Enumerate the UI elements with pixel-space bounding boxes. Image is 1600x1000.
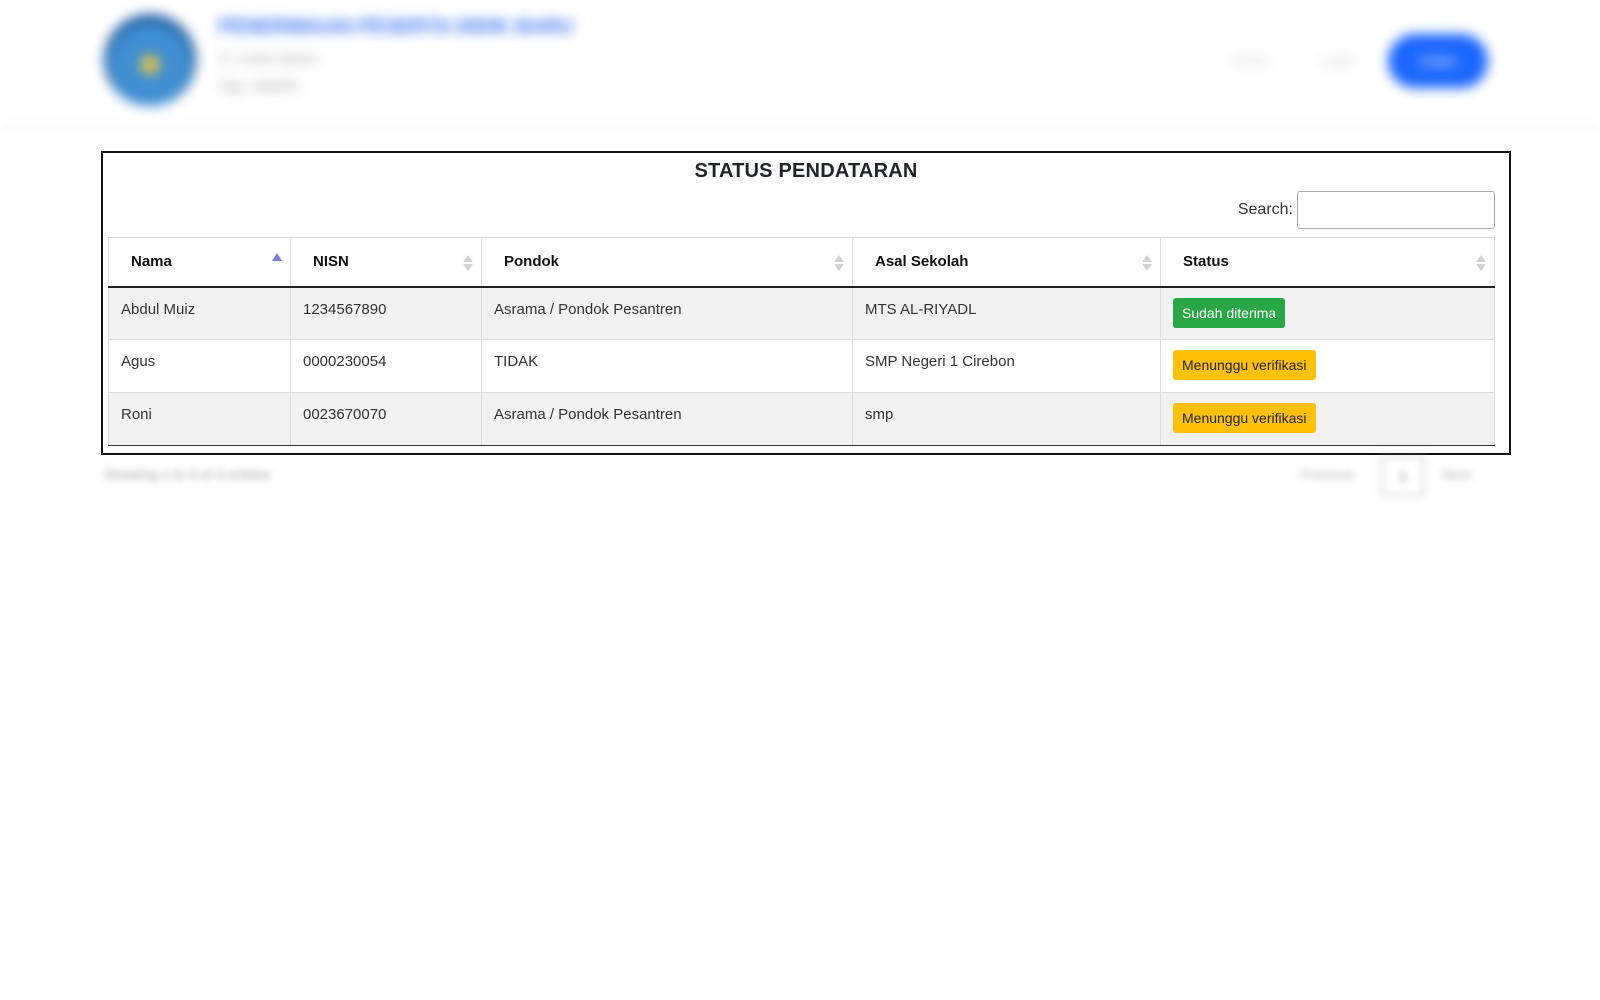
page-title: STATUS PENDATARAN	[694, 160, 918, 182]
site-subtitle: Jl. Lorem Ipsum	[218, 50, 318, 66]
cell-nama: Abdul Muiz	[108, 286, 291, 340]
table-row: Agus 0000230054 TIDAK SMP Negeri 1 Cireb…	[108, 339, 1495, 393]
table-header-row: Nama NISN Pondok Asal Sekolah Status	[108, 237, 1495, 288]
column-header-asal-sekolah[interactable]: Asal Sekolah	[852, 237, 1161, 288]
sort-both-icon	[463, 252, 473, 272]
table-row: Roni 0023670070 Asrama / Pondok Pesantre…	[108, 392, 1495, 446]
column-header-label: NISN	[313, 253, 349, 271]
sort-both-icon	[1142, 252, 1152, 272]
sort-both-icon	[834, 252, 844, 272]
cell-nisn: 1234567890	[290, 286, 482, 340]
column-header-label: Nama	[131, 253, 172, 271]
status-card: STATUS PENDATARAN Search: Nama NISN Pond…	[101, 151, 1511, 455]
table-search: Search:	[1238, 191, 1495, 229]
site-subtitle-2: Telp. 000000	[218, 78, 299, 94]
search-label: Search:	[1237, 201, 1293, 218]
cell-pondok: Asrama / Pondok Pesantren	[481, 286, 853, 340]
cell-nisn: 0000230054	[290, 339, 482, 393]
column-header-nisn[interactable]: NISN	[290, 237, 482, 288]
status-badge: Menunggu verifikasi	[1173, 403, 1316, 433]
column-header-label: Asal Sekolah	[875, 253, 969, 271]
cell-asal-sekolah: SMP Negeri 1 Cirebon	[852, 339, 1161, 393]
nav-link-home[interactable]: Home	[1232, 52, 1269, 68]
site-header: PENERIMAAN PESERTA DIDIK BARU Jl. Lorem …	[0, 0, 1600, 130]
cell-pondok: TIDAK	[481, 339, 853, 393]
cell-asal-sekolah: MTS AL-RIYADL	[852, 286, 1161, 340]
column-header-nama[interactable]: Nama	[108, 237, 291, 288]
column-header-status[interactable]: Status	[1160, 237, 1495, 288]
pagination-previous[interactable]: Previous	[1300, 466, 1354, 482]
cell-status: Menunggu verifikasi	[1160, 392, 1495, 446]
search-input[interactable]	[1297, 191, 1495, 229]
school-logo-icon	[104, 14, 196, 106]
register-button[interactable]: Daftar	[1388, 34, 1488, 88]
pagination-current-page[interactable]: 1	[1382, 456, 1424, 496]
cell-asal-sekolah: smp	[852, 392, 1161, 446]
column-header-pondok[interactable]: Pondok	[481, 237, 853, 288]
sort-ascending-icon	[272, 252, 282, 272]
column-header-label: Pondok	[504, 253, 559, 271]
column-header-label: Status	[1183, 253, 1229, 271]
status-badge: Sudah diterima	[1173, 297, 1286, 328]
status-table: Nama NISN Pondok Asal Sekolah Status Abd…	[108, 237, 1495, 446]
cell-pondok: Asrama / Pondok Pesantren	[481, 392, 853, 446]
cell-status: Menunggu verifikasi	[1160, 339, 1495, 393]
table-row: Abdul Muiz 1234567890 Asrama / Pondok Pe…	[108, 286, 1495, 340]
cell-nisn: 0023670070	[290, 392, 482, 446]
status-badge: Menunggu verifikasi	[1173, 350, 1316, 380]
cell-nama: Agus	[108, 339, 291, 393]
site-title: PENERIMAAN PESERTA DIDIK BARU	[218, 16, 574, 38]
cell-nama: Roni	[108, 392, 291, 446]
table-info: Showing 1 to 3 of 3 entries	[104, 466, 270, 482]
pagination-next[interactable]: Next	[1442, 466, 1471, 482]
cell-status: Sudah diterima	[1160, 286, 1495, 340]
table-footer: Showing 1 to 3 of 3 entries Previous 1 N…	[0, 456, 1600, 500]
nav-link-login[interactable]: Login	[1320, 52, 1354, 68]
sort-both-icon	[1476, 252, 1486, 272]
